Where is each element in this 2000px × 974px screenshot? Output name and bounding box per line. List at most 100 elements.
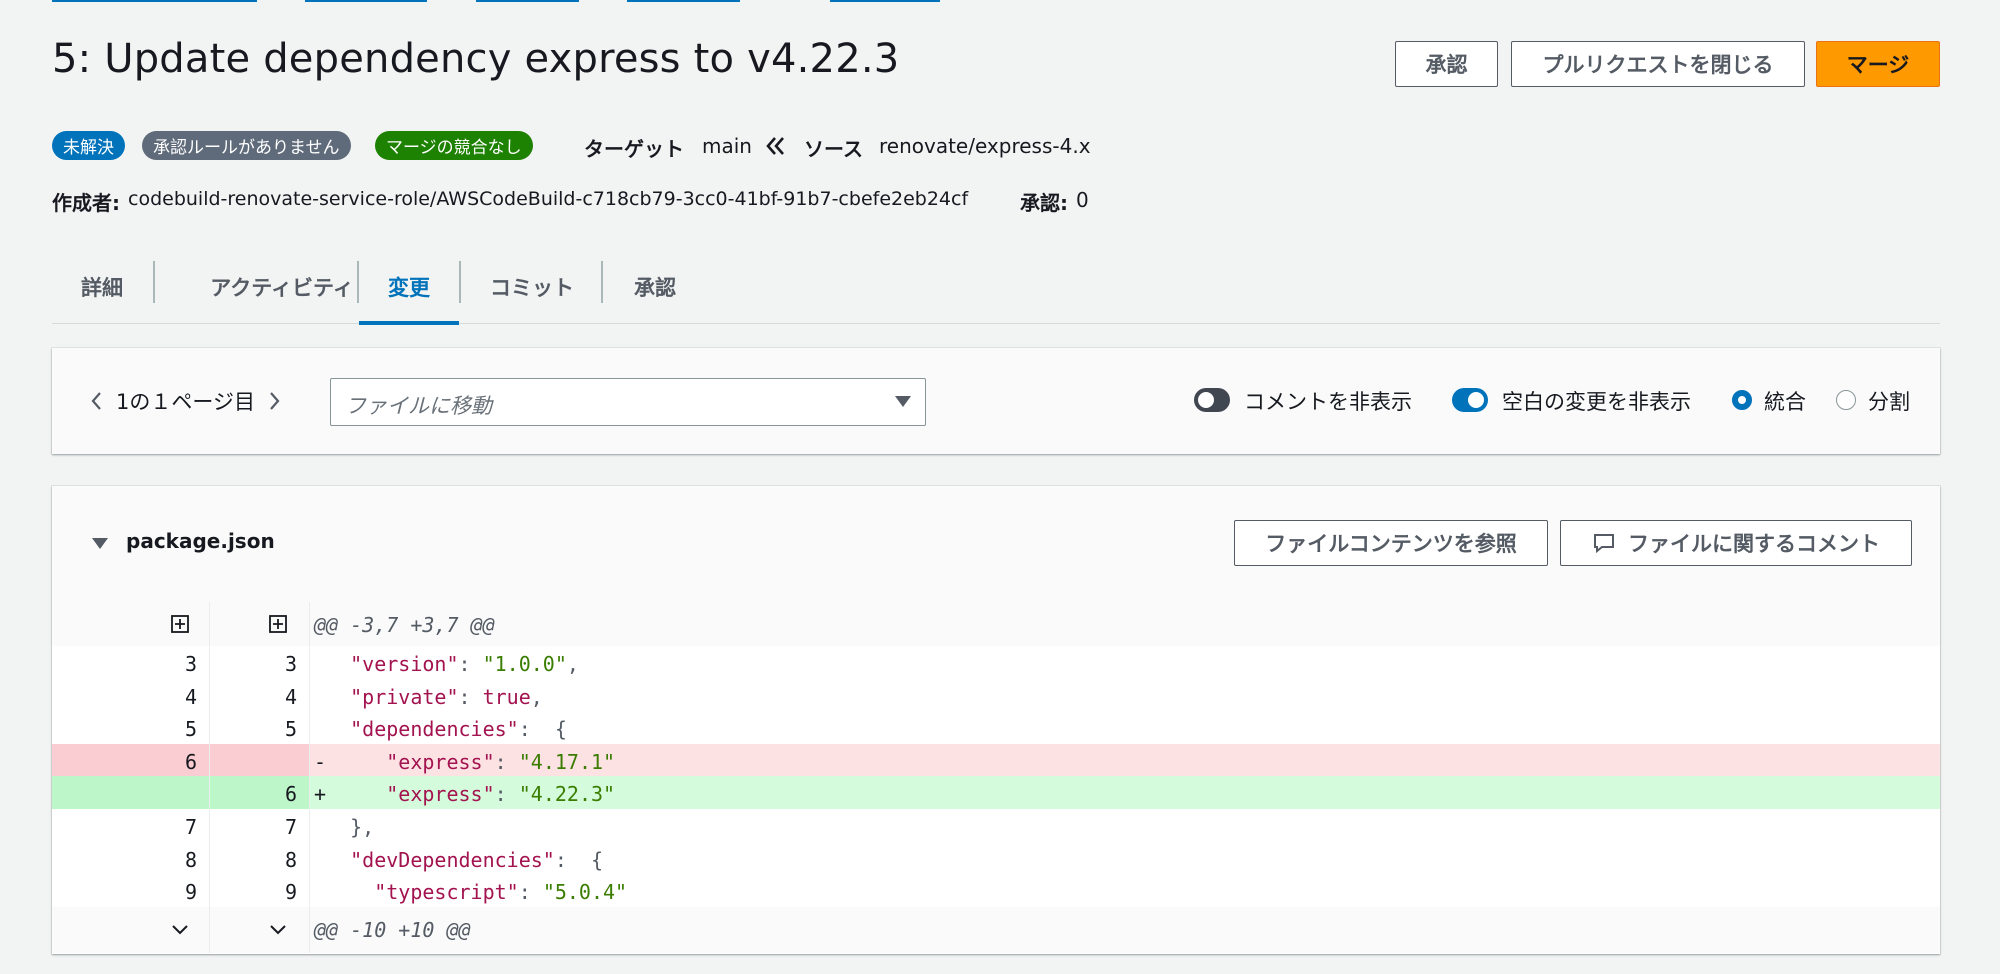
unified-view-label: 統合 — [1764, 390, 1806, 414]
author-value: codebuild-renovate-service-role/AWSCodeB… — [128, 188, 969, 210]
json-key: "typescript" — [374, 880, 519, 905]
split-view-label: 分割 — [1868, 390, 1910, 414]
new-line-number: 6 — [284, 782, 297, 807]
new-line-number: 4 — [284, 684, 297, 709]
hide-whitespace-label: 空白の変更を非表示 — [1502, 390, 1691, 414]
code-line: }, — [314, 815, 374, 839]
comment-on-file-button[interactable]: ファイルに関するコメント — [1560, 520, 1912, 566]
new-line-gutter: 8 — [210, 841, 310, 875]
old-line-number: 7 — [184, 814, 197, 839]
close-pull-request-button[interactable]: プルリクエストを閉じる — [1511, 41, 1805, 87]
new-line-gutter: 7 — [210, 808, 310, 842]
expand-up-icon[interactable] — [268, 614, 288, 634]
file-header: package.json ファイルコンテンツを参照 ファイルに関するコメント — [52, 486, 1940, 602]
breadcrumb-link-4[interactable] — [627, 0, 740, 2]
json-key: "devDependencies" — [350, 847, 555, 872]
diff-marker: + — [314, 782, 327, 807]
chevron-left-icon[interactable] — [88, 390, 106, 412]
split-view-radio[interactable] — [1836, 390, 1856, 410]
status-badge-approval-rules: 承認ルールがありません — [142, 131, 351, 160]
unified-view-radio[interactable] — [1732, 390, 1752, 410]
json-key: "dependencies" — [350, 717, 519, 742]
diff-line-row: 4 4 "private": true, — [52, 678, 1940, 712]
merge-button[interactable]: マージ — [1816, 41, 1940, 87]
hunk-footer-row: @@ -10 +10 @@ — [52, 906, 1940, 953]
json-punctuation: , — [566, 652, 579, 676]
target-label: ターゲット — [584, 137, 684, 161]
file-diff-panel: package.json ファイルコンテンツを参照 ファイルに関するコメント @… — [52, 486, 1940, 954]
approvals-count: 0 — [1076, 188, 1089, 212]
json-value: "4.22.3" — [518, 782, 616, 807]
tab-details[interactable]: 詳細 — [52, 250, 152, 324]
json-punctuation: { — [542, 717, 567, 742]
code-line: - "express": "4.17.1" — [314, 750, 615, 774]
new-line-number: 7 — [284, 814, 297, 839]
old-line-gutter — [52, 602, 210, 646]
double-chevron-left-icon — [766, 137, 784, 155]
json-colon: : — [518, 880, 543, 905]
new-line-gutter — [210, 602, 310, 646]
diff-line-row: 6 - "express": "4.17.1" — [52, 743, 1940, 777]
page-title: 5: Update dependency express to v4.22.3 — [52, 36, 900, 82]
chevron-right-icon[interactable] — [265, 390, 283, 412]
old-line-number: 5 — [184, 717, 197, 742]
breadcrumb — [52, 0, 1052, 4]
new-line-gutter: 3 — [210, 646, 310, 679]
old-line-gutter: 9 — [52, 874, 210, 907]
go-to-file-select[interactable]: ファイルに移動 — [330, 378, 926, 426]
old-line-number: 3 — [184, 652, 197, 676]
new-line-number: 9 — [284, 880, 297, 905]
new-line-number: 3 — [284, 652, 297, 676]
pagination: 1の１ページ目 — [88, 386, 283, 416]
expand-up-icon[interactable] — [170, 614, 190, 634]
new-line-gutter: 4 — [210, 678, 310, 712]
breadcrumb-link-5[interactable] — [830, 0, 940, 2]
hunk-header-row: @@ -3,7 +3,7 @@ — [52, 602, 1940, 646]
json-colon: : — [494, 749, 519, 774]
new-line-number: 8 — [284, 847, 297, 872]
approvals-label: 承認: — [1020, 191, 1068, 215]
diff-lines: 3 3 "version": "1.0.0", 4 4 "private": true… — [52, 646, 1940, 907]
breadcrumb-link-1[interactable] — [52, 0, 257, 2]
browse-file-contents-button[interactable]: ファイルコンテンツを参照 — [1234, 520, 1548, 566]
json-key: "express" — [386, 749, 495, 774]
new-line-gutter — [210, 743, 310, 777]
expand-down-icon[interactable] — [170, 920, 190, 940]
status-badge-open: 未解決 — [52, 131, 125, 160]
json-colon: : — [458, 652, 483, 676]
diff-marker: - — [314, 749, 327, 774]
expand-down-icon[interactable] — [268, 920, 288, 940]
old-line-number: 6 — [184, 749, 197, 774]
tab-commits[interactable]: コミット — [461, 250, 603, 324]
old-line-number: 9 — [184, 880, 197, 905]
json-punctuation: }, — [350, 814, 375, 839]
json-key: "express" — [386, 782, 495, 807]
hide-comments-toggle[interactable] — [1194, 388, 1230, 412]
old-line-number: 8 — [184, 847, 197, 872]
breadcrumb-link-3[interactable] — [476, 0, 579, 2]
new-line-gutter: 6 — [210, 776, 310, 809]
json-colon: : — [554, 847, 579, 872]
hide-whitespace-toggle[interactable] — [1452, 388, 1488, 412]
json-key: "version" — [350, 652, 459, 676]
new-line-number: 5 — [284, 717, 297, 742]
diff-line-row: 3 3 "version": "1.0.0", — [52, 646, 1940, 679]
json-value: "1.0.0" — [482, 652, 567, 676]
json-punctuation: , — [530, 684, 543, 709]
comment-on-file-label: ファイルに関するコメント — [1628, 532, 1880, 556]
toggle-knob — [1198, 392, 1214, 408]
file-name: package.json — [126, 529, 275, 553]
tab-changes[interactable]: 変更 — [359, 250, 459, 324]
collapse-caret-icon[interactable] — [92, 538, 108, 549]
approve-button[interactable]: 承認 — [1395, 41, 1498, 87]
tab-approvals[interactable]: 承認 — [603, 250, 707, 324]
code-line: "devDependencies": { — [314, 848, 603, 872]
breadcrumb-link-2[interactable] — [305, 0, 427, 2]
